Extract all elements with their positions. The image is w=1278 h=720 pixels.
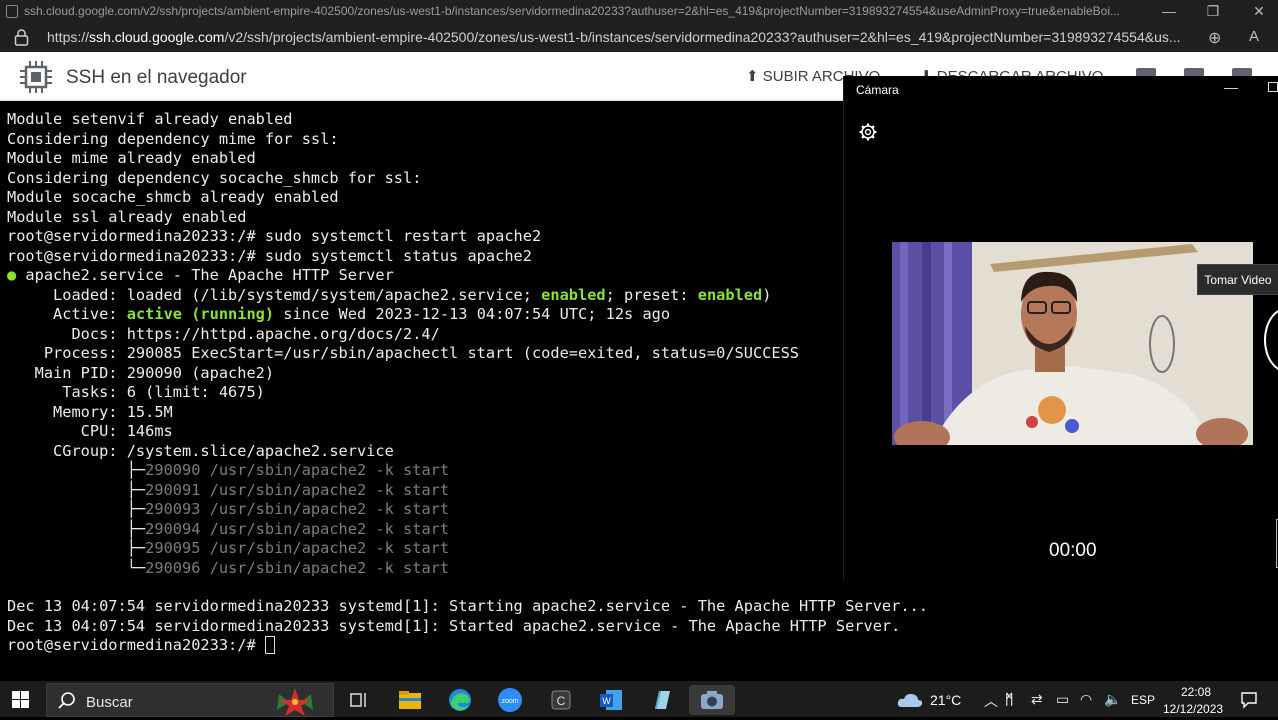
upload-icon: ⬆	[746, 68, 759, 85]
terminal-line: Module socache_shmcb already enabled	[7, 188, 339, 206]
lock-icon[interactable]	[14, 29, 29, 46]
status-bullet: ●	[7, 266, 17, 284]
notifications-icon[interactable]	[1240, 691, 1258, 709]
compute-engine-chip-icon	[20, 61, 52, 93]
temperature: 21°C	[930, 692, 962, 708]
camera-title: Cámara	[856, 83, 899, 97]
terminal-line: root@servidormedina20233:/# sudo systemc…	[7, 246, 532, 265]
close-button[interactable]: ✕	[1248, 2, 1270, 20]
url-path: /v2/ssh/projects/ambient-empire-402500/z…	[224, 29, 1181, 45]
volume-icon[interactable]: 🔈	[1104, 691, 1121, 708]
recording-timer: 00:00	[1049, 540, 1097, 561]
app-icon	[6, 5, 18, 18]
url-text[interactable]: https://ssh.cloud.google.com/v2/ssh/proj…	[47, 29, 1187, 45]
show-hidden-icons-icon[interactable]: ︿	[984, 691, 998, 711]
tasks-line: Tasks: 6 (limit: 4675)	[7, 383, 265, 401]
word-icon[interactable]: W	[596, 685, 626, 715]
network-settings-icon[interactable]: ⇄	[1031, 691, 1043, 708]
terminal-cursor	[264, 636, 275, 654]
memory-line: Memory: 15.5M	[7, 402, 173, 421]
log-line: Dec 13 04:07:54 servidormedina20233 syst…	[7, 597, 928, 615]
take-video-tooltip: Tomar Video	[1197, 264, 1278, 295]
url-host: ssh.cloud.google.com	[89, 29, 225, 45]
process-tree-line: └─290096 /usr/sbin/apache2 -k start	[7, 558, 450, 577]
log-line: Dec 13 04:07:54 servidormedina20233 syst…	[7, 616, 901, 635]
zoom-icon[interactable]: ⊕	[1208, 28, 1221, 48]
terminal-line: root@servidormedina20233:/# sudo systemc…	[7, 227, 542, 245]
page-title: SSH en el navegador	[66, 67, 247, 88]
process-line: Process: 290085 ExecStart=/usr/sbin/apac…	[7, 344, 800, 362]
poinsettia-icon	[277, 688, 313, 716]
process-tree-line: ├─290095 /usr/sbin/apache2 -k start	[7, 539, 450, 557]
battery-icon[interactable]: ▭	[1056, 691, 1069, 708]
language-indicator[interactable]: ESP	[1131, 693, 1155, 707]
search-placeholder: Buscar	[86, 694, 133, 711]
process-tree-line: ├─290093 /usr/sbin/apache2 -k start	[7, 500, 450, 518]
process-tree-line: ├─290094 /usr/sbin/apache2 -k start	[7, 519, 450, 538]
address-bar[interactable]: https://ssh.cloud.google.com/v2/ssh/proj…	[0, 24, 1278, 52]
prompt-line[interactable]: root@servidormedina20233:/#	[7, 636, 265, 656]
search-icon	[58, 692, 75, 709]
file-explorer-icon[interactable]	[395, 685, 425, 715]
process-tree-line: ├─290090 /usr/sbin/apache2 -k start	[7, 461, 450, 479]
restore-button[interactable]: ❐	[1202, 2, 1224, 20]
shell-prompt: root@servidormedina20233:/#	[7, 636, 265, 654]
wifi-icon[interactable]: ◠	[1080, 691, 1092, 708]
terminal-line: Module ssl already enabled	[7, 207, 247, 226]
process-tree-line: ├─290091 /usr/sbin/apache2 -k start	[7, 480, 450, 499]
weather-cloud-icon[interactable]	[897, 692, 923, 708]
taskbar: Buscar zoom C W 21°C ︿ ᛗ ⇄ ▭ ◠ 🔈 ESP 22:…	[0, 681, 1278, 717]
cgroup-line: CGroup: /system.slice/apache2.service	[7, 441, 394, 460]
clock-date[interactable]: 12/12/2023	[1163, 702, 1223, 716]
read-aloud-icon[interactable]: A	[1249, 28, 1259, 45]
svg-text:C: C	[557, 694, 566, 708]
camera-maximize-button[interactable]	[1268, 82, 1278, 92]
terminal-line: Considering dependency mime for ssl:	[7, 129, 339, 148]
taskbar-search[interactable]: Buscar	[46, 683, 334, 717]
windows-start-icon[interactable]	[12, 691, 29, 708]
c-app-icon[interactable]: C	[546, 685, 576, 715]
active-line: Active: active (running) since Wed 2023-…	[7, 305, 671, 323]
url-scheme: https://	[47, 29, 90, 45]
svg-text:zoom: zoom	[501, 698, 518, 705]
cpu-line: CPU: 146ms	[7, 422, 173, 440]
main-pid-line: Main PID: 290090 (apache2)	[7, 363, 275, 382]
window-title: ssh.cloud.google.com/v2/ssh/projects/amb…	[24, 4, 1121, 18]
camera-minimize-button[interactable]: —	[1224, 79, 1238, 95]
active-state: active (running)	[126, 305, 275, 323]
zoom-app-icon[interactable]: zoom	[495, 685, 525, 715]
minimize-button[interactable]: —	[1158, 2, 1180, 20]
notepad-icon[interactable]	[646, 685, 676, 715]
camera-app-icon[interactable]	[689, 685, 735, 715]
svg-text:W: W	[602, 696, 611, 706]
performance-icon[interactable]: ᛗ	[1005, 691, 1013, 707]
task-view-icon[interactable]	[344, 685, 374, 715]
terminal-line: Module mime already enabled	[7, 149, 256, 167]
edge-icon[interactable]	[445, 685, 475, 715]
camera-settings-gear-icon[interactable]	[858, 122, 878, 142]
camera-window[interactable]: Cámara — Tomar Video 00:00	[843, 76, 1278, 581]
record-button[interactable]	[1264, 308, 1278, 372]
terminal-line: Considering dependency socache_shmcb for…	[7, 168, 422, 187]
clock-time[interactable]: 22:08	[1180, 685, 1212, 699]
browser-title-bar: ssh.cloud.google.com/v2/ssh/projects/amb…	[0, 0, 1278, 24]
docs-line: Docs: https://httpd.apache.org/docs/2.4/	[7, 324, 440, 343]
terminal-line: Module setenvif already enabled	[7, 110, 293, 128]
loaded-line: Loaded: loaded (/lib/systemd/system/apac…	[7, 285, 772, 304]
service-status-line: ● apache2.service - The Apache HTTP Serv…	[7, 266, 394, 284]
